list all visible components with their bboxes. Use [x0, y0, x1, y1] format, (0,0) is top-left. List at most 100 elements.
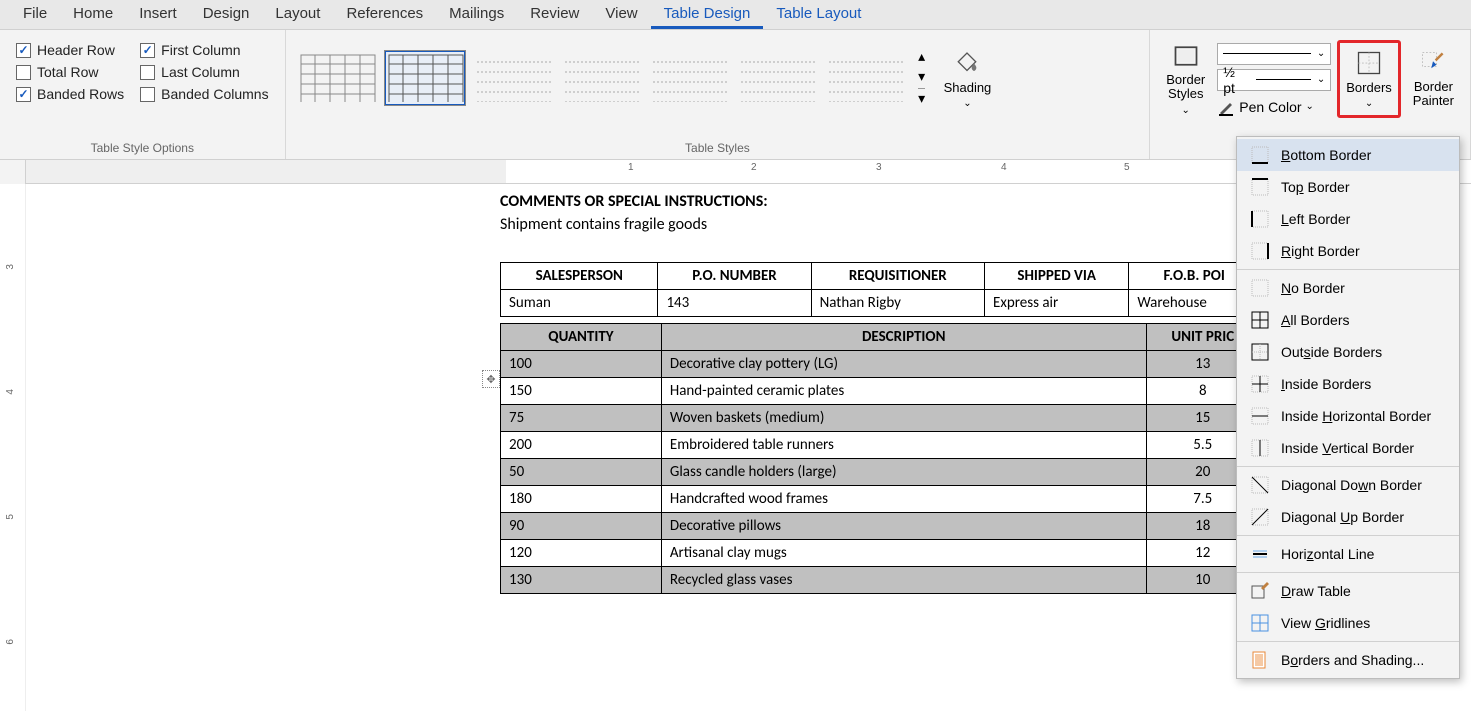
table-cell[interactable]: 150: [501, 378, 662, 405]
table-cell[interactable]: Hand-painted ceramic plates: [661, 378, 1146, 405]
table-header[interactable]: SHIPPED VIA: [985, 263, 1129, 290]
table-cell[interactable]: Nathan Rigby: [811, 290, 984, 317]
menu-borders-and-shading[interactable]: Borders and Shading...: [1237, 644, 1459, 676]
tab-table-layout[interactable]: Table Layout: [763, 1, 874, 29]
tab-review[interactable]: Review: [517, 1, 592, 29]
table-header[interactable]: QUANTITY: [501, 324, 662, 351]
borders-button[interactable]: Borders ⌄: [1337, 40, 1401, 118]
tab-design[interactable]: Design: [190, 1, 263, 29]
ruler-number: 5: [5, 514, 16, 520]
table-cell[interactable]: 75: [501, 405, 662, 432]
table-cell[interactable]: Glass candle holders (large): [661, 459, 1146, 486]
table-style-thumb[interactable]: [824, 50, 906, 106]
table-style-thumb[interactable]: [472, 50, 554, 106]
table-cell[interactable]: Express air: [985, 290, 1129, 317]
ruler-number: 6: [5, 639, 16, 645]
table-cell[interactable]: 120: [501, 540, 662, 567]
table-row[interactable]: 90Decorative pillows18: [501, 513, 1260, 540]
shading-button[interactable]: Shading ⌄: [938, 40, 998, 115]
table-style-thumb[interactable]: [384, 50, 466, 106]
comments-text[interactable]: Shipment contains fragile goods: [500, 215, 1260, 234]
table-row[interactable]: 100Decorative clay pottery (LG)13: [501, 351, 1260, 378]
border-painter-button[interactable]: Border Painter: [1407, 43, 1460, 115]
menu-horizontal-line[interactable]: Horizontal Line: [1237, 538, 1459, 570]
table-cell[interactable]: Handcrafted wood frames: [661, 486, 1146, 513]
items-table[interactable]: QUANTITYDESCRIPTIONUNIT PRIC100Decorativ…: [500, 323, 1260, 594]
table-row[interactable]: 130Recycled glass vases10: [501, 567, 1260, 594]
chevron-down-icon: ⌄: [1365, 98, 1373, 109]
table-cell[interactable]: 180: [501, 486, 662, 513]
table-cell[interactable]: 100: [501, 351, 662, 378]
table-header[interactable]: P.O. NUMBER: [658, 263, 811, 290]
table-row[interactable]: 120Artisanal clay mugs12: [501, 540, 1260, 567]
line-style-dropdown[interactable]: ⌄: [1217, 43, 1331, 65]
menu-left-border[interactable]: Left Border: [1237, 203, 1459, 235]
chk-total-row[interactable]: Total Row: [16, 64, 124, 80]
menu-label: Draw Table: [1281, 583, 1351, 599]
tab-view[interactable]: View: [592, 1, 650, 29]
menu-all-borders[interactable]: All Borders: [1237, 304, 1459, 336]
comments-label: COMMENTS OR SPECIAL INSTRUCTIONS:: [500, 192, 1260, 211]
table-style-thumb[interactable]: [736, 50, 818, 106]
chevron-down-icon: ⌄: [1317, 48, 1325, 59]
vertical-ruler[interactable]: 3 4 5 6: [0, 184, 26, 711]
table-row[interactable]: 50Glass candle holders (large)20: [501, 459, 1260, 486]
menu-top-border[interactable]: Top Border: [1237, 171, 1459, 203]
chk-banded-rows[interactable]: Banded Rows: [16, 86, 124, 102]
table-cell[interactable]: 50: [501, 459, 662, 486]
table-style-thumb[interactable]: [648, 50, 730, 106]
tab-layout[interactable]: Layout: [262, 1, 333, 29]
menu-inside-vertical-border[interactable]: Inside Vertical Border: [1237, 432, 1459, 464]
table-cell[interactable]: Woven baskets (medium): [661, 405, 1146, 432]
table-cell[interactable]: Recycled glass vases: [661, 567, 1146, 594]
info-table[interactable]: SALESPERSONP.O. NUMBERREQUISITIONERSHIPP…: [500, 262, 1260, 317]
tab-mailings[interactable]: Mailings: [436, 1, 517, 29]
chk-banded-columns[interactable]: Banded Columns: [140, 86, 268, 102]
tab-references[interactable]: References: [333, 1, 436, 29]
table-cell[interactable]: 90: [501, 513, 662, 540]
menu-inside-borders[interactable]: Inside Borders: [1237, 368, 1459, 400]
table-cell[interactable]: 130: [501, 567, 662, 594]
menu-diagonal-down-border[interactable]: Diagonal Down Border: [1237, 469, 1459, 501]
border-styles-button[interactable]: Border Styles ⌄: [1160, 36, 1211, 122]
table-row[interactable]: 180Handcrafted wood frames7.5: [501, 486, 1260, 513]
menu-separator: [1237, 466, 1459, 467]
chk-last-column[interactable]: Last Column: [140, 64, 268, 80]
menu-diagonal-up-border[interactable]: Diagonal Up Border: [1237, 501, 1459, 533]
pen-color-button[interactable]: Pen Color ⌄: [1217, 95, 1331, 119]
tab-home[interactable]: Home: [60, 1, 126, 29]
tab-insert[interactable]: Insert: [126, 1, 190, 29]
tab-file[interactable]: File: [10, 1, 60, 29]
chevron-down-icon: ⌄: [1306, 101, 1314, 112]
chk-header-row[interactable]: Header Row: [16, 42, 124, 58]
table-cell[interactable]: 143: [658, 290, 811, 317]
menu-inside-horizontal-border[interactable]: Inside Horizontal Border: [1237, 400, 1459, 432]
menu-bottom-border[interactable]: Bottom Border: [1237, 139, 1459, 171]
menu-label: Bottom Border: [1281, 147, 1371, 163]
menu-outside-borders[interactable]: Outside Borders: [1237, 336, 1459, 368]
table-row[interactable]: 150Hand-painted ceramic plates8: [501, 378, 1260, 405]
table-header[interactable]: SALESPERSON: [501, 263, 658, 290]
table-cell[interactable]: Suman: [501, 290, 658, 317]
table-cell[interactable]: Decorative pillows: [661, 513, 1146, 540]
table-styles-more[interactable]: ▴ ▾ ▾: [912, 48, 932, 107]
ruler-number: 5: [1124, 162, 1130, 173]
table-cell[interactable]: Artisanal clay mugs: [661, 540, 1146, 567]
menu-view-gridlines[interactable]: View Gridlines: [1237, 607, 1459, 639]
table-move-handle[interactable]: ✥: [482, 370, 500, 388]
tab-table-design[interactable]: Table Design: [651, 1, 764, 29]
menu-right-border[interactable]: Right Border: [1237, 235, 1459, 267]
table-row[interactable]: 75Woven baskets (medium)15: [501, 405, 1260, 432]
menu-no-border[interactable]: No Border: [1237, 272, 1459, 304]
table-header[interactable]: DESCRIPTION: [661, 324, 1146, 351]
table-cell[interactable]: 200: [501, 432, 662, 459]
table-header[interactable]: REQUISITIONER: [811, 263, 984, 290]
table-row[interactable]: 200Embroidered table runners5.5: [501, 432, 1260, 459]
table-cell[interactable]: Embroidered table runners: [661, 432, 1146, 459]
table-style-thumb[interactable]: [296, 50, 378, 106]
line-weight-dropdown[interactable]: ½ pt ⌄: [1217, 69, 1331, 91]
menu-draw-table[interactable]: Draw Table: [1237, 575, 1459, 607]
table-cell[interactable]: Decorative clay pottery (LG): [661, 351, 1146, 378]
chk-first-column[interactable]: First Column: [140, 42, 268, 58]
table-style-thumb[interactable]: [560, 50, 642, 106]
